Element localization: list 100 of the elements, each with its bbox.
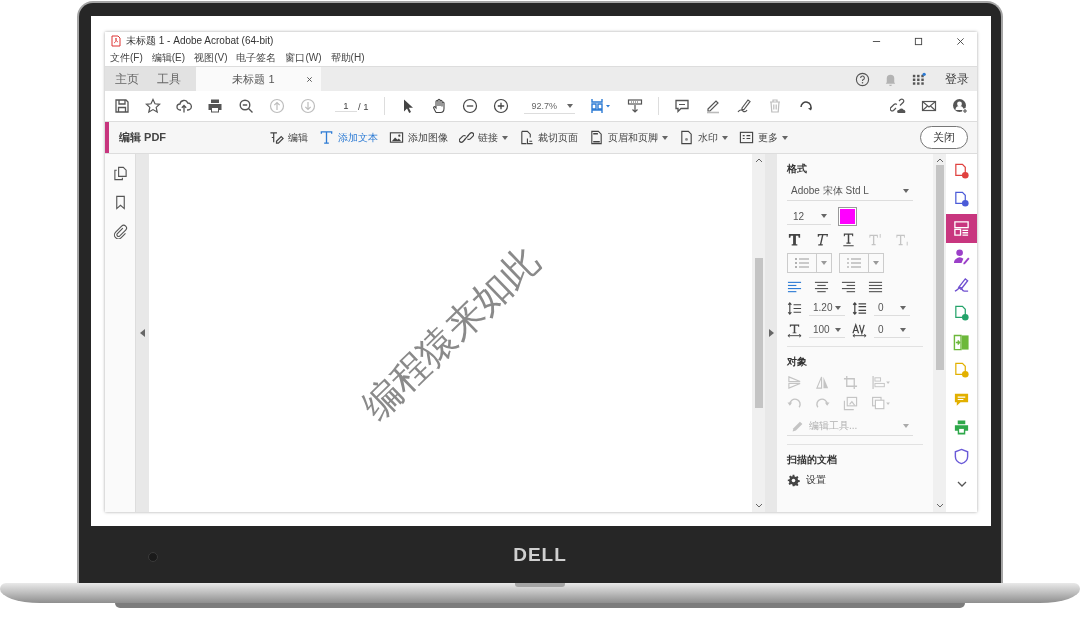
list-icon [739,130,754,145]
help-icon[interactable] [855,71,870,87]
scroll-mode-icon[interactable] [627,98,644,114]
fit-page-icon[interactable] [590,98,613,114]
printer-icon[interactable] [207,98,223,114]
edit-tool-button[interactable]: 页眉和页脚 [589,130,668,145]
caret-icon [821,261,827,265]
scroll-down-icon[interactable] [754,503,763,508]
edit-tool-button[interactable]: 水印 [679,130,728,145]
edit-tool-button[interactable]: 编辑 [269,130,308,145]
save-icon[interactable] [114,98,130,114]
caret-icon [873,261,879,265]
numbered-list-icon [846,257,862,269]
sign-in-link[interactable]: 登录 [945,70,969,88]
collapse-arrow-icon[interactable] [140,329,145,337]
settings-icon [787,473,800,487]
edit-pdf-title: 编辑 PDF [119,130,168,145]
page-header-icon [589,130,604,145]
pencil-icon [791,419,804,433]
edit-text-icon [269,130,284,145]
bullet-list-icon [794,257,810,269]
font-dropdown[interactable]: Adobe 宋体 Std L [787,182,913,201]
link-icon [459,130,474,145]
expand-arrow-icon[interactable] [768,329,774,337]
section-heading: 格式 [787,162,808,176]
menu-item[interactable]: 编辑(E) [151,51,186,65]
crop-page-icon [519,130,534,145]
brand-logo: DELL [513,543,567,566]
horizontal-scale-icon [787,322,802,338]
layout-icon [953,219,970,237]
menu-item[interactable]: 电子签名 [236,51,277,65]
pages-icon[interactable] [112,166,128,181]
caret-icon [900,305,906,310]
underline-text-icon[interactable] [841,232,856,247]
scroll-up-icon[interactable] [754,158,763,163]
highlighter-icon[interactable] [705,98,722,114]
caret-icon [835,305,841,310]
menu-item[interactable]: 窗口(W) [285,51,322,65]
nav-tab[interactable]: 主页 [115,70,139,88]
settings-link[interactable]: 设置 [787,473,923,487]
apps-grid-icon[interactable] [911,71,926,87]
bold-text-icon[interactable] [787,232,802,247]
align-justify-icon[interactable] [868,279,883,294]
paperclip-icon[interactable] [112,224,128,239]
mail-icon[interactable] [921,98,937,114]
caret-icon [900,327,906,332]
align-right-icon[interactable] [841,279,856,294]
link-cloud-icon[interactable] [890,98,906,114]
edit-tool-button[interactable]: 添加图像 [389,130,448,145]
close-button[interactable]: 关闭 [920,126,968,149]
menu-item[interactable]: 视图(V) [194,51,228,65]
font-size-dropdown[interactable]: 12 [787,208,831,225]
align-left-icon[interactable] [787,279,802,294]
caret-icon [903,424,909,428]
nav-tab[interactable]: 工具 [157,70,181,88]
edit-tool-button[interactable]: 添加文本 [319,130,378,145]
caret-icon [903,189,909,193]
hand-icon[interactable] [430,98,447,114]
paragraph-spacing-dropdown[interactable]: 0 [874,300,910,316]
camera-dot [148,552,158,562]
zoom-minus-icon[interactable] [461,98,478,114]
watermark-page-icon [679,130,694,145]
caret-icon [567,103,574,108]
document-tab[interactable]: 未标题 1 [196,67,321,91]
line-spacing-dropdown[interactable]: 1.20 [809,300,845,316]
tracking-icon [852,322,867,338]
scrollbar[interactable] [752,154,765,512]
zoom-plus-icon[interactable] [492,98,509,114]
edit-tool-button[interactable]: 链接 [459,130,508,145]
comment-icon[interactable] [674,98,691,114]
edit-tool-button[interactable]: 裁切页面 [519,130,578,145]
paragraph-spacing-icon [852,300,867,316]
section-heading: 扫描的文档 [787,453,838,467]
star-icon[interactable] [145,98,161,114]
zoom-out-icon[interactable] [238,98,254,114]
scrollbar[interactable] [933,154,946,512]
menu-item[interactable]: 文件(F) [110,51,143,65]
edit-tool-button[interactable]: 更多 [739,130,788,145]
tool-button[interactable] [946,214,977,243]
sign-pen-icon[interactable] [736,98,753,114]
scroll-down-icon[interactable] [935,503,944,508]
caret-icon [835,327,841,332]
image-icon [389,130,404,145]
close-icon[interactable] [956,36,965,46]
align-center-icon[interactable] [814,279,829,294]
add-user-icon[interactable] [952,98,968,114]
scale-dropdown[interactable]: 100 [809,322,845,338]
menu-item[interactable]: 帮助(H) [330,51,365,65]
chevron-down-icon[interactable] [956,480,967,487]
close-icon[interactable] [306,75,313,83]
cloud-upload-icon[interactable] [176,98,192,114]
tracking-dropdown[interactable]: 0 [874,322,910,338]
window-title: 未标题 1 - Adobe Acrobat (64-bit) [126,34,274,48]
scroll-up-icon[interactable] [935,158,944,163]
caret-icon [821,214,827,218]
zoom-dropdown[interactable]: 92.7% [523,98,576,114]
maximize-icon[interactable] [914,36,923,46]
page-number-field[interactable]: 1 [335,100,357,112]
pdf-file-icon [111,35,121,47]
text-tool-icon [319,130,334,145]
